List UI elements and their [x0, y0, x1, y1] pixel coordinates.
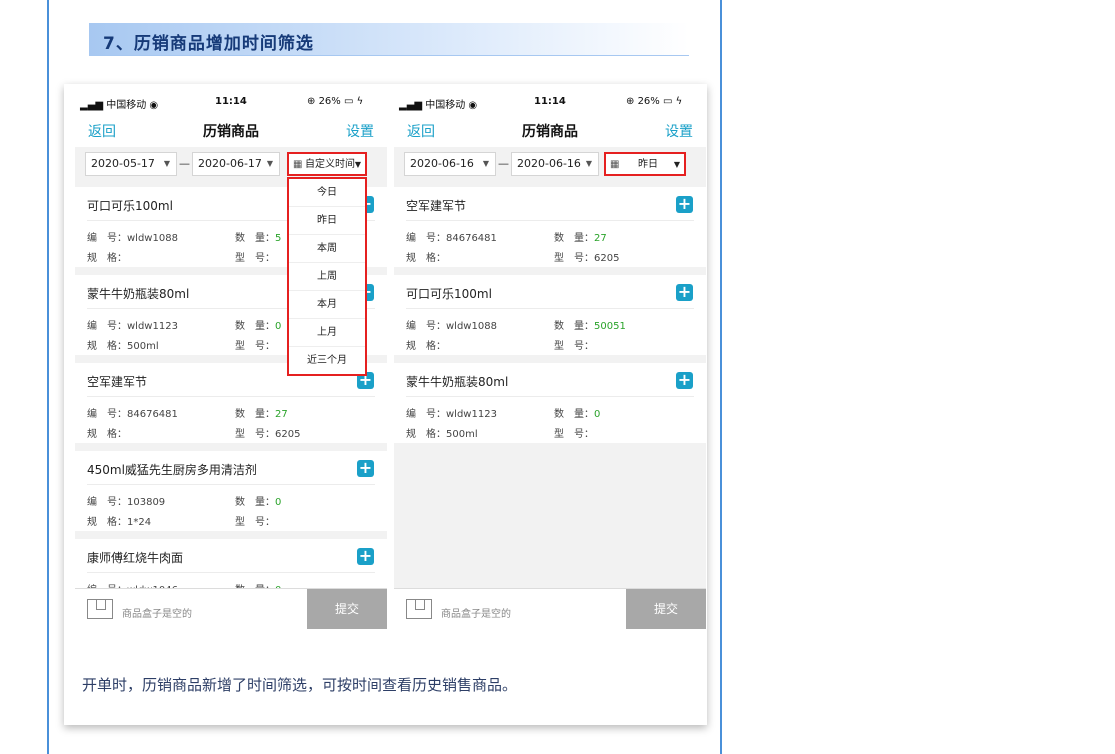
start-date-select[interactable]: 2020-06-16 ▼	[404, 152, 496, 176]
product-qty: 数 量：50051	[554, 321, 626, 332]
add-icon[interactable]: +	[676, 284, 693, 301]
start-date-select[interactable]: 2020-05-17 ▼	[85, 152, 177, 176]
carrier-label: ▂▄▆ 中国移动 ◉	[80, 100, 159, 111]
product-name: 可口可乐100ml	[87, 199, 173, 213]
bottom-bar: 商品盒子是空的 提交	[75, 588, 387, 629]
settings-button[interactable]: 设置	[665, 121, 693, 141]
carrier-label: ▂▄▆ 中国移动 ◉	[399, 100, 478, 111]
list-item[interactable]: 蒙牛牛奶瓶装80ml + 编 号：wldw1123 数 量：0 规 格：500m…	[394, 363, 706, 443]
submit-button[interactable]: 提交	[307, 589, 387, 629]
product-qty: 数 量：27	[554, 233, 607, 244]
period-option[interactable]: 上周	[289, 263, 365, 291]
product-spec: 规 格：	[87, 253, 127, 264]
caret-down-icon: ▼	[266, 159, 273, 168]
end-date-select[interactable]: 2020-06-16 ▼	[511, 152, 599, 176]
product-name: 空军建军节	[87, 375, 148, 389]
product-qty: 数 量：0	[554, 409, 601, 420]
caption-text: 开单时，历销商品新增了时间筛选，可按时间查看历史销售商品。	[82, 676, 518, 694]
product-name: 康师傅红烧牛肉面	[87, 551, 184, 565]
date-range-dash: —	[498, 157, 509, 170]
phone-screen-left: ▂▄▆ 中国移动 ◉ 11:14 ⊕ 26% ▭ ϟ 返回 历销商品 设置 20…	[75, 91, 387, 629]
product-model: 型 号：	[554, 429, 594, 440]
product-name: 可口可乐100ml	[406, 287, 492, 301]
product-qty: 数 量：5	[235, 233, 282, 244]
page-title: 历销商品	[203, 124, 259, 140]
product-qty: 数 量：0	[235, 497, 282, 508]
box-icon	[87, 599, 113, 619]
period-select[interactable]: ▦ 昨日 ▼	[604, 152, 686, 176]
caret-down-icon: ▼	[482, 159, 489, 168]
product-name: 蒙牛牛奶瓶装80ml	[87, 287, 190, 301]
product-name: 450ml威猛先生厨房多用清洁剂	[87, 463, 257, 477]
list-item[interactable]: 可口可乐100ml + 编 号：wldw1088 数 量：50051 规 格： …	[394, 275, 706, 355]
page-title: 历销商品	[522, 124, 578, 140]
caret-down-icon: ▼	[354, 160, 361, 169]
submit-button[interactable]: 提交	[626, 589, 706, 629]
product-model: 型 号：	[554, 341, 594, 352]
product-name: 蒙牛牛奶瓶装80ml	[406, 375, 509, 389]
status-bar: ▂▄▆ 中国移动 ◉ 11:14 ⊕ 26% ▭ ϟ	[75, 91, 387, 113]
phone-screen-right: ▂▄▆ 中国移动 ◉ 11:14 ⊕ 26% ▭ ϟ 返回 历销商品 设置 20…	[394, 91, 706, 629]
add-icon[interactable]: +	[357, 460, 374, 477]
period-option[interactable]: 本周	[289, 235, 365, 263]
list-item[interactable]: 450ml威猛先生厨房多用清洁剂 + 编 号：103809 数 量：0 规 格：…	[75, 451, 387, 531]
status-time: 11:14	[534, 96, 566, 107]
nav-bar: 返回 历销商品 设置	[394, 113, 706, 147]
product-model: 型 号：	[235, 517, 275, 528]
caret-down-icon: ▼	[163, 159, 170, 168]
product-code: 编 号：84676481	[406, 233, 497, 244]
product-spec: 规 格：500ml	[87, 341, 159, 352]
calendar-icon: ▦	[610, 159, 620, 170]
add-icon[interactable]: +	[676, 372, 693, 389]
add-icon[interactable]: +	[357, 548, 374, 565]
product-spec: 规 格：	[87, 429, 127, 440]
product-code: 编 号：wldw1123	[87, 321, 178, 332]
product-spec: 规 格：	[406, 341, 446, 352]
product-code: 编 号：wldw1088	[87, 233, 178, 244]
product-spec: 规 格：1*24	[87, 517, 152, 528]
status-bar: ▂▄▆ 中国移动 ◉ 11:14 ⊕ 26% ▭ ϟ	[394, 91, 706, 113]
nav-bar: 返回 历销商品 设置	[75, 113, 387, 147]
settings-button[interactable]: 设置	[346, 121, 374, 141]
section-heading: 7、历销商品增加时间筛选	[89, 23, 689, 56]
period-dropdown-menu: 今日 昨日 本周 上周 本月 上月 近三个月	[287, 177, 367, 376]
caret-down-icon: ▼	[585, 159, 592, 168]
product-spec: 规 格：	[406, 253, 446, 264]
caret-down-icon: ▼	[673, 160, 680, 169]
end-date-select[interactable]: 2020-06-17 ▼	[192, 152, 280, 176]
status-time: 11:14	[215, 96, 247, 107]
date-filter-bar: 2020-06-16 ▼ — 2020-06-16 ▼ ▦ 昨日 ▼	[394, 147, 706, 187]
section-heading-text: 7、历销商品增加时间筛选	[103, 34, 314, 54]
product-code: 编 号：84676481	[87, 409, 178, 420]
battery-indicator: ⊕ 26% ▭ ϟ	[307, 96, 364, 107]
calendar-icon: ▦	[293, 159, 303, 170]
product-model: 型 号：	[235, 253, 275, 264]
period-option[interactable]: 本月	[289, 291, 365, 319]
product-name: 空军建军节	[406, 199, 467, 213]
product-code: 编 号：wldw1088	[406, 321, 497, 332]
period-option[interactable]: 上月	[289, 319, 365, 347]
product-list: 空军建军节 + 编 号：84676481 数 量：27 规 格： 型 号：620…	[394, 187, 706, 451]
product-qty: 数 量：0	[235, 321, 282, 332]
period-option[interactable]: 近三个月	[289, 347, 365, 374]
box-icon	[406, 599, 432, 619]
period-option[interactable]: 昨日	[289, 207, 365, 235]
product-spec: 规 格：500ml	[406, 429, 478, 440]
period-option[interactable]: 今日	[289, 179, 365, 207]
cart-empty-text: 商品盒子是空的	[441, 609, 511, 620]
battery-indicator: ⊕ 26% ▭ ϟ	[626, 96, 683, 107]
product-code: 编 号：wldw1123	[406, 409, 497, 420]
add-icon[interactable]: +	[676, 196, 693, 213]
bottom-bar: 商品盒子是空的 提交	[394, 588, 706, 629]
product-model: 型 号：6205	[235, 429, 301, 440]
product-model: 型 号：6205	[554, 253, 620, 264]
cart-empty-text: 商品盒子是空的	[122, 609, 192, 620]
period-select[interactable]: ▦ 自定义时间 ▼	[287, 152, 367, 176]
product-code: 编 号：103809	[87, 497, 166, 508]
date-range-dash: —	[179, 157, 190, 170]
product-qty: 数 量：27	[235, 409, 288, 420]
list-item[interactable]: 空军建军节 + 编 号：84676481 数 量：27 规 格： 型 号：620…	[394, 187, 706, 267]
product-model: 型 号：	[235, 341, 275, 352]
